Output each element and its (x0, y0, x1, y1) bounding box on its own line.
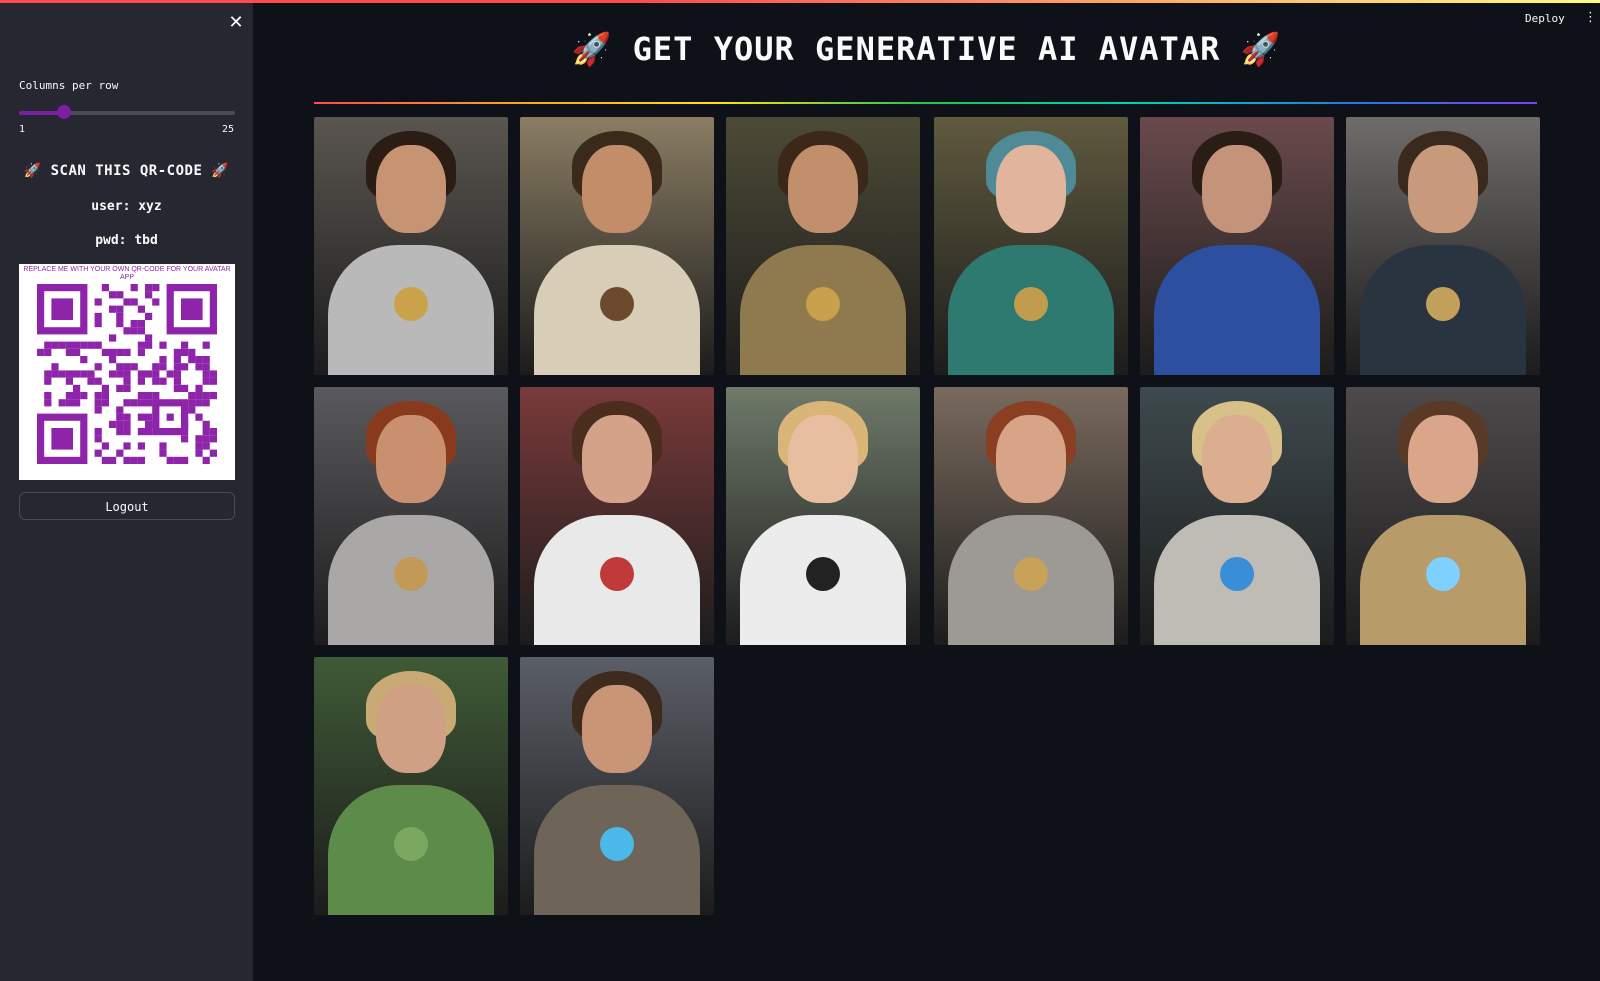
slider-min-label: 1 (19, 124, 26, 135)
avatar-emblem (1426, 287, 1460, 321)
avatar-robed-hero[interactable] (520, 117, 714, 375)
avatar-emblem (394, 557, 428, 591)
avatar-forest-knight-gold[interactable] (726, 117, 920, 375)
sidebar: ✕ Columns per row 1 25 🚀 SCAN THIS QR-CO… (0, 3, 253, 981)
avatar-teal-hair-armor[interactable] (934, 117, 1128, 375)
avatar-warrior-silver-armor[interactable] (314, 117, 508, 375)
avatar-face (376, 415, 446, 503)
avatar-blonde-portal-armor[interactable] (1140, 387, 1334, 645)
qr-note: REPLACE ME WITH YOUR OWN QR-CODE FOR YOU… (23, 266, 231, 281)
logout-button[interactable]: Logout (19, 492, 235, 520)
password-credential: pwd: tbd (95, 233, 158, 248)
avatar-face (376, 685, 446, 773)
avatar-face (582, 685, 652, 773)
avatar-face (376, 145, 446, 233)
avatar-emblem (1426, 557, 1460, 591)
avatar-face (1202, 145, 1272, 233)
avatar-emblem (806, 557, 840, 591)
avatar-emblem (1220, 557, 1254, 591)
avatar-emblem (600, 287, 634, 321)
avatar-red-hair-woman-armor[interactable] (934, 387, 1128, 645)
avatar-emblem (1014, 557, 1048, 591)
avatar-face (996, 145, 1066, 233)
kebab-menu-icon[interactable]: ⋮ (1584, 10, 1597, 25)
avatar-face (582, 415, 652, 503)
slider-max-label: 25 (222, 124, 235, 135)
avatar-stadium-white-jersey[interactable] (520, 387, 714, 645)
slider-thumb[interactable] (57, 105, 71, 119)
qr-code: REPLACE ME WITH YOUR OWN QR-CODE FOR YOU… (19, 264, 235, 480)
avatar-emblem (1014, 287, 1048, 321)
avatar-face (1408, 145, 1478, 233)
avatar-emblem (806, 287, 840, 321)
deploy-button[interactable]: Deploy (1525, 12, 1565, 25)
avatar-face (788, 415, 858, 503)
page-title: 🚀 GET YOUR GENERATIVE AI AVATAR 🚀 (571, 30, 1282, 68)
user-credential: user: xyz (91, 199, 162, 214)
avatar-face (788, 145, 858, 233)
avatar-emblem (394, 827, 428, 861)
avatar-city-woman-armor[interactable] (1346, 387, 1540, 645)
avatar-emblem (600, 557, 634, 591)
avatar-emblem (394, 287, 428, 321)
avatar-face (582, 145, 652, 233)
avatar-stadium-blue-jersey[interactable] (1140, 117, 1334, 375)
avatar-face (996, 415, 1066, 503)
close-icon[interactable]: ✕ (224, 11, 248, 35)
avatar-stadium-germany-jersey[interactable] (726, 387, 920, 645)
avatar-face (1202, 415, 1272, 503)
qr-code-image (37, 284, 217, 464)
columns-slider[interactable] (19, 105, 235, 119)
avatar-red-hair-silver-armor[interactable] (314, 387, 508, 645)
avatar-storm-glowing-armor[interactable] (520, 657, 714, 915)
avatar-face (1408, 415, 1478, 503)
avatar-emblem (600, 827, 634, 861)
title-divider (314, 102, 1537, 104)
avatar-cosmic-armor[interactable] (1346, 117, 1540, 375)
avatar-forest-leaf-armor[interactable] (314, 657, 508, 915)
slider-label: Columns per row (19, 79, 119, 92)
avatar-emblem (1220, 287, 1254, 321)
scan-qr-title: 🚀 SCAN THIS QR-CODE 🚀 (23, 163, 230, 179)
